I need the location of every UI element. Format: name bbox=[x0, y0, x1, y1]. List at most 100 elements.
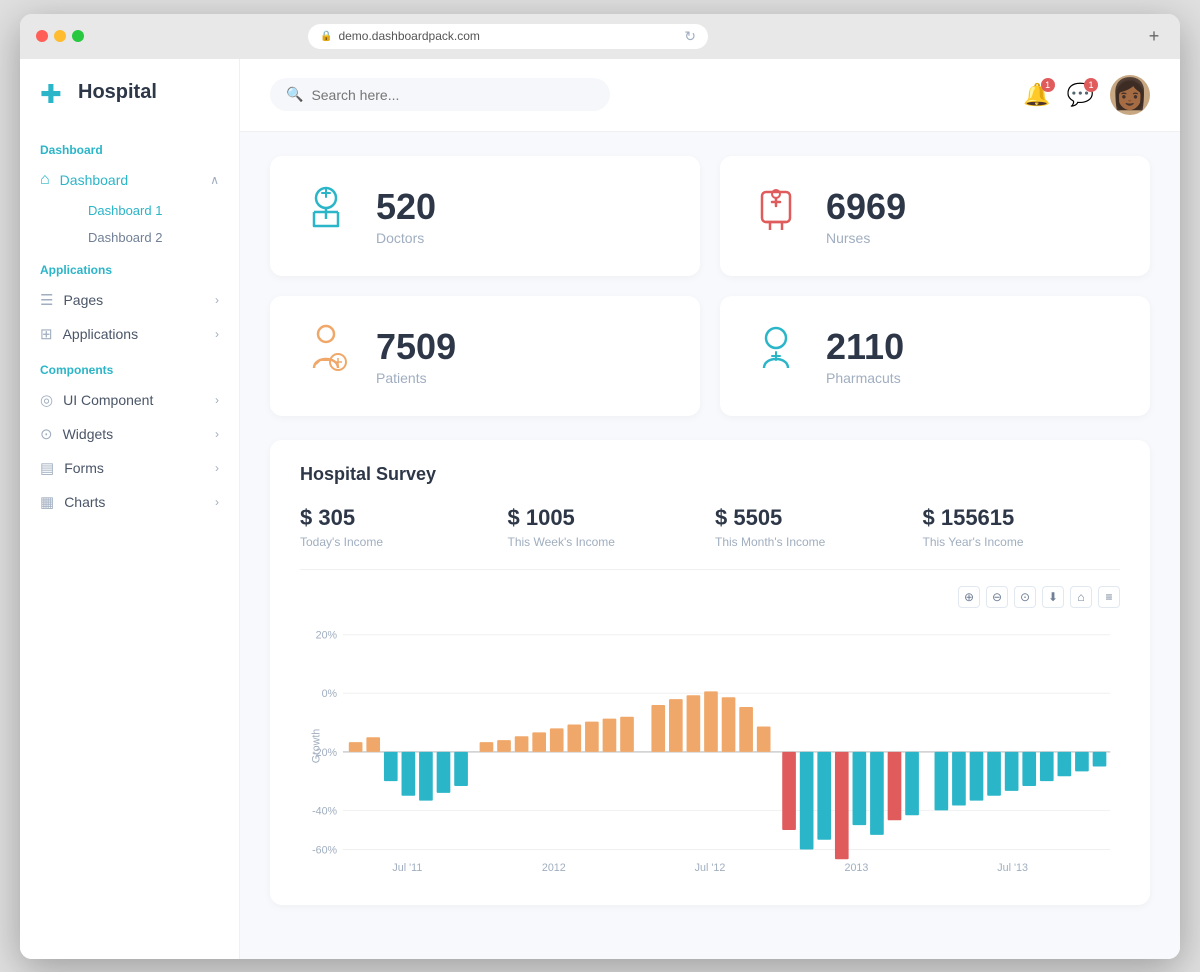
forms-icon: ▤ bbox=[40, 459, 54, 477]
sidebar-item-dashboard[interactable]: ⌂ Dashboard ∧ bbox=[20, 163, 239, 197]
avatar-image: 👩🏾 bbox=[1111, 77, 1148, 112]
home-chart-button[interactable]: ⌂ bbox=[1070, 586, 1092, 608]
search-input[interactable] bbox=[311, 87, 594, 103]
doctors-info: 520 Doctors bbox=[376, 186, 436, 246]
income-week: $ 1005 This Week's Income bbox=[508, 505, 706, 549]
pharmacuts-count: 2110 bbox=[826, 326, 904, 368]
minimize-button[interactable] bbox=[54, 30, 66, 42]
today-period: Today's Income bbox=[300, 535, 498, 549]
url-bar[interactable]: 🔒 demo.dashboardpack.com ↻ bbox=[308, 24, 708, 49]
patients-icon bbox=[300, 324, 352, 388]
sidebar-item-pages[interactable]: ☰ Pages › bbox=[20, 283, 239, 317]
stat-card-doctors: 520 Doctors bbox=[270, 156, 700, 276]
doctors-label: Doctors bbox=[376, 230, 436, 246]
patients-info: 7509 Patients bbox=[376, 326, 456, 386]
forms-label: Forms bbox=[64, 460, 104, 476]
menu-button[interactable]: ≡ bbox=[1098, 586, 1120, 608]
sidebar-item-dashboard2[interactable]: Dashboard 2 bbox=[68, 224, 239, 251]
logo-text: Hospital bbox=[78, 81, 157, 104]
nurses-label: Nurses bbox=[826, 230, 906, 246]
section-label-applications: Applications bbox=[20, 251, 239, 283]
pages-label: Pages bbox=[63, 292, 103, 308]
home-icon: ⌂ bbox=[40, 171, 50, 189]
sidebar-item-widgets[interactable]: ⊙ Widgets › bbox=[20, 417, 239, 451]
survey-title: Hospital Survey bbox=[300, 464, 1120, 485]
chart-area: 20% 0% -20% -40% -60% Growth bbox=[300, 616, 1120, 881]
svg-text:2013: 2013 bbox=[844, 861, 868, 873]
applications-icon: ⊞ bbox=[40, 325, 53, 343]
dashboard-submenu: Dashboard 1 Dashboard 2 bbox=[20, 197, 239, 251]
header-actions: 🔔 1 💬 1 👩🏾 bbox=[1023, 75, 1150, 115]
svg-text:Jul '11: Jul '11 bbox=[392, 861, 422, 873]
chevron-right-icon4: › bbox=[215, 427, 219, 441]
zoom-reset-button[interactable]: ⊙ bbox=[1014, 586, 1036, 608]
chevron-right-icon5: › bbox=[215, 461, 219, 475]
header: 🔍 🔔 1 💬 1 👩🏾 bbox=[240, 59, 1180, 132]
nurses-info: 6969 Nurses bbox=[826, 186, 906, 246]
maximize-button[interactable] bbox=[72, 30, 84, 42]
income-grid: $ 305 Today's Income $ 1005 This Week's … bbox=[300, 505, 1120, 570]
lock-icon: 🔒 bbox=[320, 31, 332, 42]
download-button[interactable]: ⬇ bbox=[1042, 586, 1064, 608]
hospital-survey: Hospital Survey $ 305 Today's Income $ 1… bbox=[270, 440, 1150, 905]
search-icon: 🔍 bbox=[286, 86, 303, 103]
stat-card-pharmacuts: 2110 Pharmacuts bbox=[720, 296, 1150, 416]
user-avatar[interactable]: 👩🏾 bbox=[1110, 75, 1150, 115]
patients-count: 7509 bbox=[376, 326, 456, 368]
chevron-right-icon2: › bbox=[215, 327, 219, 341]
year-amount: $ 155615 bbox=[923, 505, 1121, 531]
pharmacuts-info: 2110 Pharmacuts bbox=[826, 326, 904, 386]
browser-toolbar: 🔒 demo.dashboardpack.com ↻ + bbox=[20, 14, 1180, 59]
messages-button[interactable]: 💬 1 bbox=[1067, 82, 1094, 108]
chevron-up-icon: ∧ bbox=[210, 173, 219, 187]
ui-icon: ◎ bbox=[40, 391, 53, 409]
sidebar-item-ui[interactable]: ◎ UI Component › bbox=[20, 383, 239, 417]
income-month: $ 5505 This Month's Income bbox=[715, 505, 913, 549]
zoom-in-button[interactable]: ⊕ bbox=[958, 586, 980, 608]
chevron-right-icon: › bbox=[215, 293, 219, 307]
svg-text:Growth: Growth bbox=[311, 728, 323, 763]
year-period: This Year's Income bbox=[923, 535, 1121, 549]
chevron-right-icon6: › bbox=[215, 495, 219, 509]
sidebar-item-dashboard1[interactable]: Dashboard 1 bbox=[68, 197, 239, 224]
new-tab-button[interactable]: + bbox=[1144, 26, 1164, 46]
search-box[interactable]: 🔍 bbox=[270, 78, 610, 111]
url-text: demo.dashboardpack.com bbox=[338, 29, 479, 43]
browser-window: 🔒 demo.dashboardpack.com ↻ + Hospital Da… bbox=[20, 14, 1180, 959]
month-period: This Month's Income bbox=[715, 535, 913, 549]
content-area: 520 Doctors bbox=[240, 132, 1180, 929]
sidebar-item-applications[interactable]: ⊞ Applications › bbox=[20, 317, 239, 351]
stat-grid: 520 Doctors bbox=[270, 156, 1150, 416]
svg-text:20%: 20% bbox=[316, 629, 338, 641]
ui-label: UI Component bbox=[63, 392, 153, 408]
svg-text:-40%: -40% bbox=[312, 805, 337, 817]
svg-text:Jul '12: Jul '12 bbox=[695, 861, 726, 873]
sidebar: Hospital Dashboard ⌂ Dashboard ∧ Dashboa… bbox=[20, 59, 240, 959]
chart-toolbar: ⊕ ⊖ ⊙ ⬇ ⌂ ≡ bbox=[300, 586, 1120, 608]
income-today: $ 305 Today's Income bbox=[300, 505, 498, 549]
section-label-dashboard: Dashboard bbox=[20, 131, 239, 163]
today-amount: $ 305 bbox=[300, 505, 498, 531]
charts-icon: ▦ bbox=[40, 493, 54, 511]
close-button[interactable] bbox=[36, 30, 48, 42]
zoom-out-button[interactable]: ⊖ bbox=[986, 586, 1008, 608]
dashboard-label: Dashboard bbox=[60, 172, 129, 188]
week-period: This Week's Income bbox=[508, 535, 706, 549]
refresh-icon[interactable]: ↻ bbox=[684, 28, 696, 45]
doctors-count: 520 bbox=[376, 186, 436, 228]
section-label-components: Components bbox=[20, 351, 239, 383]
sidebar-item-forms[interactable]: ▤ Forms › bbox=[20, 451, 239, 485]
stat-card-nurses: 6969 Nurses bbox=[720, 156, 1150, 276]
message-badge: 1 bbox=[1084, 78, 1098, 92]
sidebar-item-charts[interactable]: ▦ Charts › bbox=[20, 485, 239, 519]
logo: Hospital bbox=[20, 79, 239, 131]
widgets-label: Widgets bbox=[63, 426, 114, 442]
notification-badge: 1 bbox=[1041, 78, 1055, 92]
pharmacuts-label: Pharmacuts bbox=[826, 370, 904, 386]
logo-icon bbox=[40, 79, 68, 107]
income-year: $ 155615 This Year's Income bbox=[923, 505, 1121, 549]
notification-button[interactable]: 🔔 1 bbox=[1023, 82, 1050, 108]
month-amount: $ 5505 bbox=[715, 505, 913, 531]
svg-text:0%: 0% bbox=[322, 688, 338, 700]
charts-label: Charts bbox=[64, 494, 105, 510]
